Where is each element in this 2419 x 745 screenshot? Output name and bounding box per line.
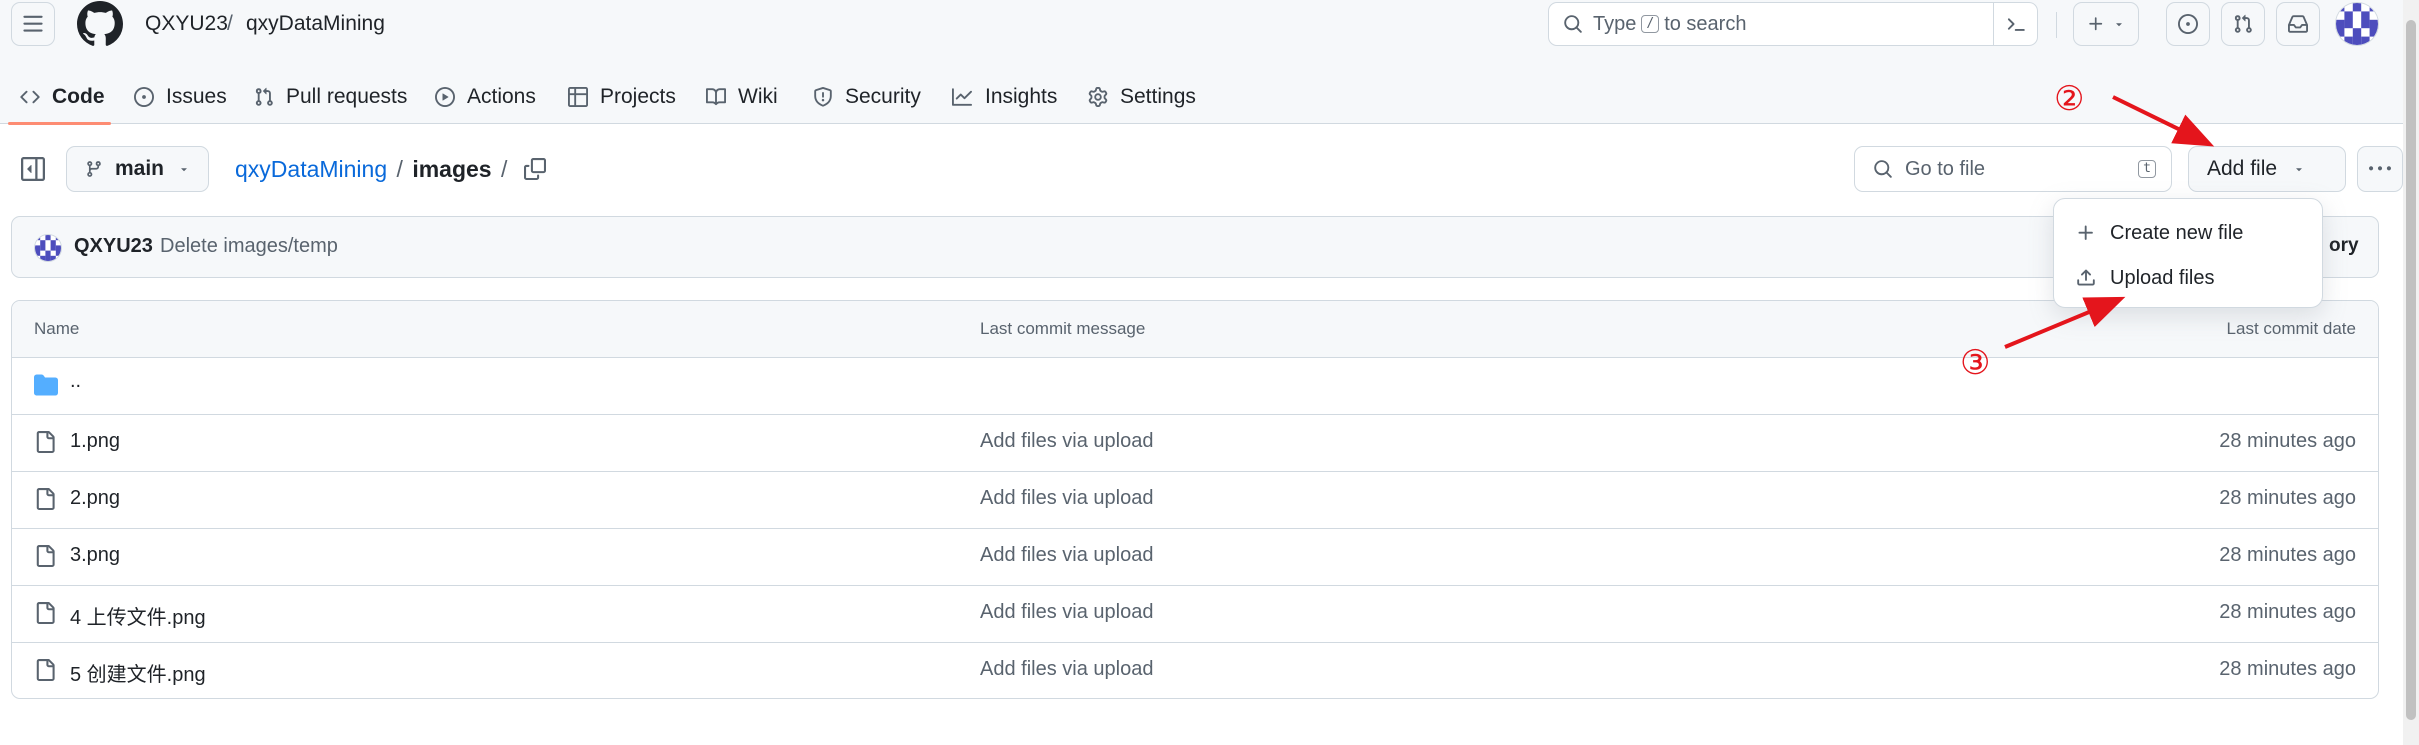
page-scrollbar[interactable] xyxy=(2403,0,2419,745)
scrollbar-thumb[interactable] xyxy=(2406,20,2416,720)
annotation-arrow-2 xyxy=(2112,95,2215,147)
annotation-arrows xyxy=(2004,95,2215,349)
annotation-arrow-3 xyxy=(2004,296,2126,349)
